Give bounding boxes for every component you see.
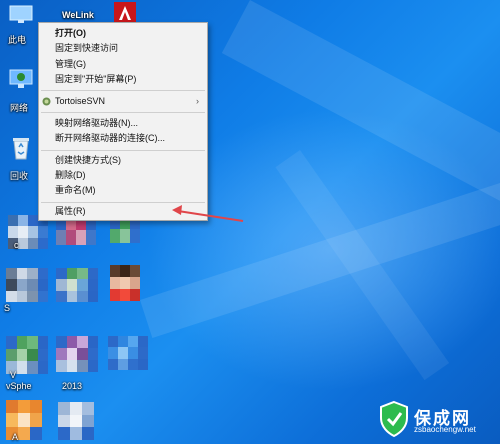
menu-item-label: 创建快捷方式(S) (55, 155, 121, 165)
tortoisesvn-icon (42, 97, 51, 106)
desktop: 此电 WeLink 网络 回收 c S V vSphe 2013 A 打开(O)… (0, 0, 500, 444)
network-icon[interactable] (8, 68, 34, 92)
menu-separator (41, 112, 205, 113)
menu-item-pin-quick-access[interactable]: 固定到快速访问 (39, 41, 207, 56)
pixelated-icon[interactable] (56, 336, 98, 372)
menu-separator (41, 202, 205, 203)
pixelated-icon[interactable] (108, 336, 148, 370)
context-menu: 打开(O) 固定到快速访问 管理(G) 固定到"开始"屏幕(P) Tortois… (38, 22, 208, 221)
adobe-logo-icon (119, 6, 131, 20)
shield-logo-icon (380, 400, 408, 438)
menu-item-label: 删除(D) (55, 170, 86, 180)
network-label: 网络 (10, 103, 29, 113)
recycle-bin-label: 回收 (10, 171, 29, 181)
menu-separator (41, 90, 205, 91)
menu-item-label: TortoiseSVN (55, 96, 106, 106)
menu-item-delete[interactable]: 删除(D) (39, 168, 207, 183)
year-label: 2013 (62, 381, 83, 391)
c-label: c (14, 240, 19, 250)
vsphere-label: vSphe (6, 381, 32, 391)
submenu-arrow-icon: › (196, 96, 199, 106)
s-label: S (4, 303, 11, 313)
menu-item-label: 属性(R) (55, 206, 86, 216)
menu-separator (41, 150, 205, 151)
menu-item-label: 断开网络驱动器的连接(C)... (55, 133, 165, 143)
watermark-url: zsbaochengw.net (414, 425, 476, 434)
a-label: A (12, 432, 19, 442)
v-label: V (10, 370, 17, 380)
network-globe-icon (9, 69, 33, 88)
menu-item-properties[interactable]: 属性(R) (39, 204, 207, 219)
menu-item-create-shortcut[interactable]: 创建快捷方式(S) (39, 153, 207, 168)
welink-label[interactable]: WeLink (62, 10, 94, 20)
menu-item-label: 固定到"开始"屏幕(P) (55, 74, 137, 84)
pixelated-icon[interactable] (58, 402, 94, 440)
menu-item-label: 映射网络驱动器(N)... (55, 118, 138, 128)
menu-item-open[interactable]: 打开(O) (39, 26, 207, 41)
menu-item-pin-start[interactable]: 固定到"开始"屏幕(P) (39, 72, 207, 87)
pixelated-icon[interactable] (56, 268, 98, 302)
adobe-icon[interactable] (114, 2, 136, 24)
menu-item-label: 管理(G) (55, 59, 86, 69)
recycle-bin-icon[interactable] (10, 135, 32, 161)
menu-item-label: 固定到快速访问 (55, 43, 119, 53)
this-pc-label: 此电 (8, 35, 27, 45)
menu-item-label: 重命名(M) (55, 185, 96, 195)
this-pc-icon[interactable] (8, 4, 34, 26)
pixelated-icon[interactable] (110, 265, 140, 301)
menu-item-disconnect-network-drive[interactable]: 断开网络驱动器的连接(C)... (39, 131, 207, 146)
menu-item-tortoisesvn[interactable]: TortoiseSVN › (39, 94, 207, 109)
monitor-icon (9, 5, 33, 23)
menu-item-manage[interactable]: 管理(G) (39, 57, 207, 72)
menu-item-map-network-drive[interactable]: 映射网络驱动器(N)... (39, 116, 207, 131)
pixelated-icon[interactable] (6, 268, 48, 302)
menu-item-label: 打开(O) (55, 28, 86, 38)
trash-icon (13, 138, 29, 160)
menu-item-rename[interactable]: 重命名(M) (39, 183, 207, 198)
pixelated-icon[interactable] (6, 336, 48, 374)
